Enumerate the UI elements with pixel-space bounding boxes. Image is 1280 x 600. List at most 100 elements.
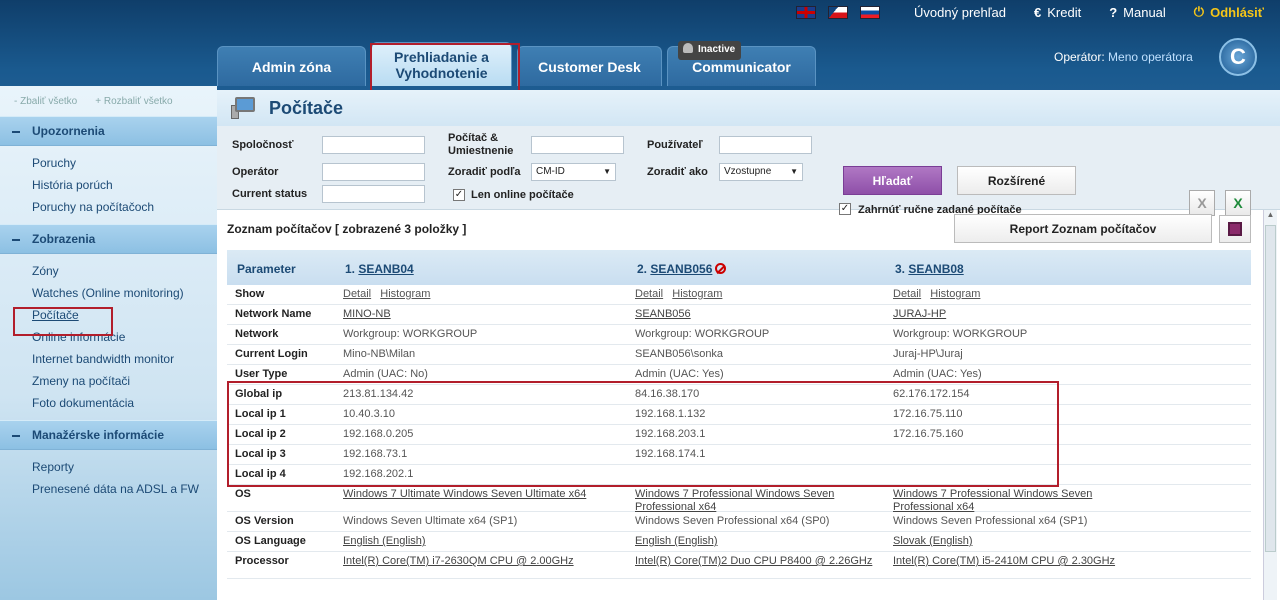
user-input[interactable] — [719, 136, 812, 154]
table-cell[interactable]: Slovak (English) — [893, 535, 972, 548]
highlight-box-ip-rows — [227, 381, 1059, 487]
histogram-link[interactable]: Histogram — [380, 288, 430, 300]
table-cell: Workgroup: WORKGROUP — [343, 328, 478, 340]
company-input[interactable] — [322, 136, 425, 154]
home-overview-link[interactable]: Úvodný prehľad — [914, 5, 1006, 20]
table-cell[interactable]: Windows 7 Professional Windows Seven Pro… — [635, 488, 875, 514]
table-cell: Workgroup: WORKGROUP — [635, 328, 770, 340]
table-cell: Admin (UAC: Yes) — [893, 368, 982, 380]
column-header-2: 2. SEANB056 — [637, 262, 727, 276]
table-cell: Mino-NB\Milan — [343, 348, 416, 360]
table-cell[interactable]: Windows 7 Ultimate Windows Seven Ultimat… — [343, 488, 603, 501]
histogram-link[interactable]: Histogram — [930, 288, 980, 300]
english-flag-icon[interactable] — [796, 5, 817, 19]
page-title: Počítače — [269, 97, 344, 118]
row-label: OS Version — [235, 515, 294, 527]
computer-icon — [231, 97, 257, 119]
tab-communicator[interactable]: Inactive Communicator — [667, 41, 816, 86]
credit-link[interactable]: € Kredit — [1034, 5, 1081, 20]
detail-link[interactable]: Detail — [893, 288, 921, 300]
highlight-box-tab — [370, 43, 520, 92]
sidebar-item-photo-documentation[interactable]: Foto dokumentácia — [32, 392, 217, 414]
highlight-box-computers — [13, 307, 113, 336]
table-row: OS Version Windows Seven Ultimate x64 (SP… — [227, 512, 1251, 532]
computer-link-2[interactable]: SEANB056 — [650, 262, 712, 276]
sidebar-item-pc-faults[interactable]: Poruchy na počítačoch — [32, 196, 217, 218]
sort-as-label: Zoradiť ako — [647, 166, 708, 178]
sidebar-item-adsl-data[interactable]: Prenesené dáta na ADSL a FW — [32, 478, 217, 500]
table-cell[interactable]: JURAJ-HP — [893, 308, 946, 321]
manual-link[interactable]: ? Manual — [1109, 5, 1166, 20]
row-label: Network Name — [235, 308, 312, 320]
table-cell[interactable]: Intel(R) Core(TM) i7-2630QM CPU @ 2.00GH… — [343, 555, 603, 568]
table-cell: Admin (UAC: No) — [343, 368, 428, 380]
company-label: Spoločnosť — [232, 139, 294, 151]
sort-by-select[interactable]: CM-ID — [531, 163, 616, 181]
computer-link-3[interactable]: SEANB08 — [908, 262, 963, 276]
pc-location-input[interactable] — [531, 136, 624, 154]
report-button[interactable]: Report Zoznam počítačov — [954, 214, 1212, 243]
tab-customer-desk[interactable]: Customer Desk — [517, 46, 662, 86]
current-status-input[interactable] — [322, 185, 425, 203]
operator-input[interactable] — [322, 163, 425, 181]
table-row: Network Workgroup: WORKGROUP Workgroup: WO… — [227, 325, 1251, 345]
sidebar-item-watches[interactable]: Watches (Online monitoring) — [32, 282, 217, 304]
row-label: OS Language — [235, 535, 306, 547]
table-cell: Admin (UAC: Yes) — [635, 368, 724, 380]
operator-info: Operátor: Meno operátora — [1054, 50, 1193, 64]
sort-as-select[interactable]: Vzostupne — [719, 163, 803, 181]
sidebar-item-reports[interactable]: Reporty — [32, 456, 217, 478]
detail-link[interactable]: Detail — [343, 288, 371, 300]
table-cell[interactable]: Intel(R) Core(TM)2 Duo CPU P8400 @ 2.26G… — [635, 555, 875, 568]
sidebar-section-views[interactable]: Zobrazenia — [0, 224, 217, 254]
table-cell[interactable]: English (English) — [635, 535, 718, 548]
table-cell[interactable]: MINO-NB — [343, 308, 391, 321]
search-button[interactable]: Hľadať — [843, 166, 942, 195]
sidebar-item-fault-history[interactable]: História porúch — [32, 174, 217, 196]
operator-label: Operátor — [232, 166, 279, 178]
table-row: Processor Intel(R) Core(TM) i7-2630QM CPU… — [227, 552, 1251, 579]
table-cell[interactable]: Windows 7 Professional Windows Seven Pro… — [893, 488, 1153, 514]
user-label: Používateľ — [647, 139, 703, 151]
histogram-link[interactable]: Histogram — [672, 288, 722, 300]
computer-link-1[interactable]: SEANB04 — [358, 262, 413, 276]
advanced-button[interactable]: Rozšírené — [957, 166, 1076, 195]
slovak-flag-icon[interactable] — [860, 5, 881, 19]
expand-all-button[interactable]: + Rozbaliť všetko — [95, 96, 172, 107]
table-cell: Windows Seven Professional x64 (SP1) — [893, 515, 1088, 527]
column-header-1: 1. SEANB04 — [345, 262, 414, 276]
sidebar-item-faults[interactable]: Poruchy — [32, 152, 217, 174]
table-cell[interactable]: Intel(R) Core(TM) i5-2410M CPU @ 2.30GHz — [893, 555, 1153, 568]
table-cell[interactable]: SEANB056 — [635, 308, 691, 321]
column-header-3: 3. SEANB08 — [895, 262, 964, 276]
page-header: Počítače — [217, 90, 1280, 126]
table-cell[interactable]: English (English) — [343, 535, 426, 548]
online-only-checkbox[interactable]: ✓ — [453, 189, 465, 201]
tab-admin-zone[interactable]: Admin zóna — [217, 46, 366, 86]
sidebar-tools: - Zbaliť všetko + Rozbaliť všetko — [0, 86, 217, 116]
inactive-badge: Inactive — [678, 41, 742, 60]
logout-link[interactable]: ⏻ Odhlásiť — [1194, 4, 1264, 20]
table-cell: Windows Seven Professional x64 (SP0) — [635, 515, 830, 527]
help-icon: ? — [1109, 4, 1118, 20]
save-icon[interactable] — [1219, 215, 1251, 243]
sidebar-section-alerts[interactable]: Upozornenia — [0, 116, 217, 146]
sidebar-group-views: Zóny Watches (Online monitoring) Počítač… — [0, 254, 217, 420]
sidebar-item-pc-changes[interactable]: Zmeny na počítači — [32, 370, 217, 392]
main-content: Počítače Spoločnosť Operátor Current sta… — [217, 90, 1280, 600]
euro-icon: € — [1034, 4, 1042, 20]
collapse-all-button[interactable]: - Zbaliť všetko — [14, 96, 77, 107]
sidebar-item-bandwidth-monitor[interactable]: Internet bandwidth monitor — [32, 348, 217, 370]
detail-link[interactable]: Detail — [635, 288, 663, 300]
sidebar-group-management: Reporty Prenesené dáta na ADSL a FW — [0, 450, 217, 506]
row-label: Network — [235, 328, 279, 340]
app-logo: C — [1219, 38, 1257, 76]
table-row-show: Show Detail Histogram Detail Histogram D… — [227, 285, 1251, 305]
scroll-up-icon[interactable]: ▲ — [1264, 210, 1277, 224]
sort-by-label: Zoradiť podľa — [448, 166, 521, 178]
scrollbar-thumb[interactable] — [1265, 225, 1276, 552]
czech-flag-icon[interactable] — [828, 5, 849, 19]
vertical-scrollbar[interactable]: ▲ — [1263, 210, 1277, 600]
sidebar-section-management[interactable]: Manažérske informácie — [0, 420, 217, 450]
sidebar-item-zones[interactable]: Zóny — [32, 260, 217, 282]
